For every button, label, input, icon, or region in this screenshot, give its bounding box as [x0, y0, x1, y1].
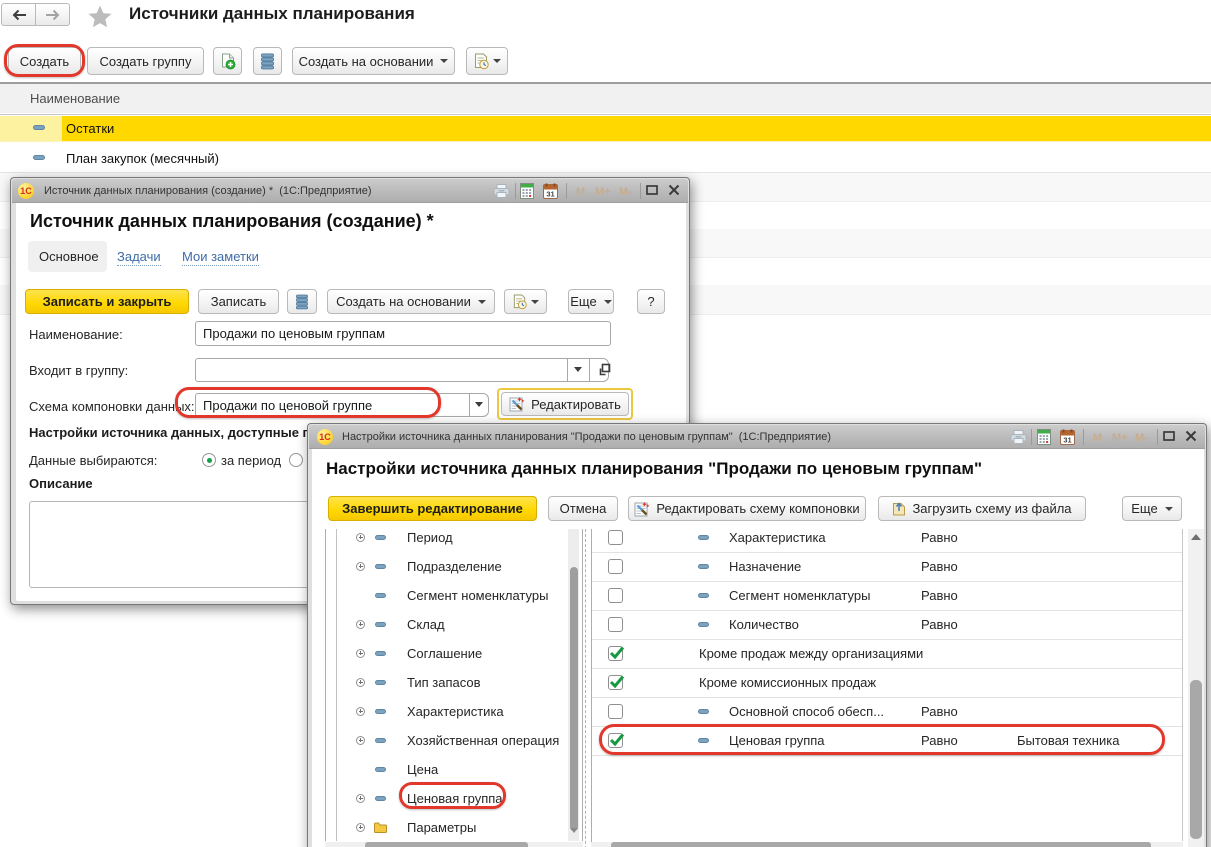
svg-text:31: 31	[546, 190, 554, 199]
svg-text:31: 31	[1063, 436, 1071, 445]
